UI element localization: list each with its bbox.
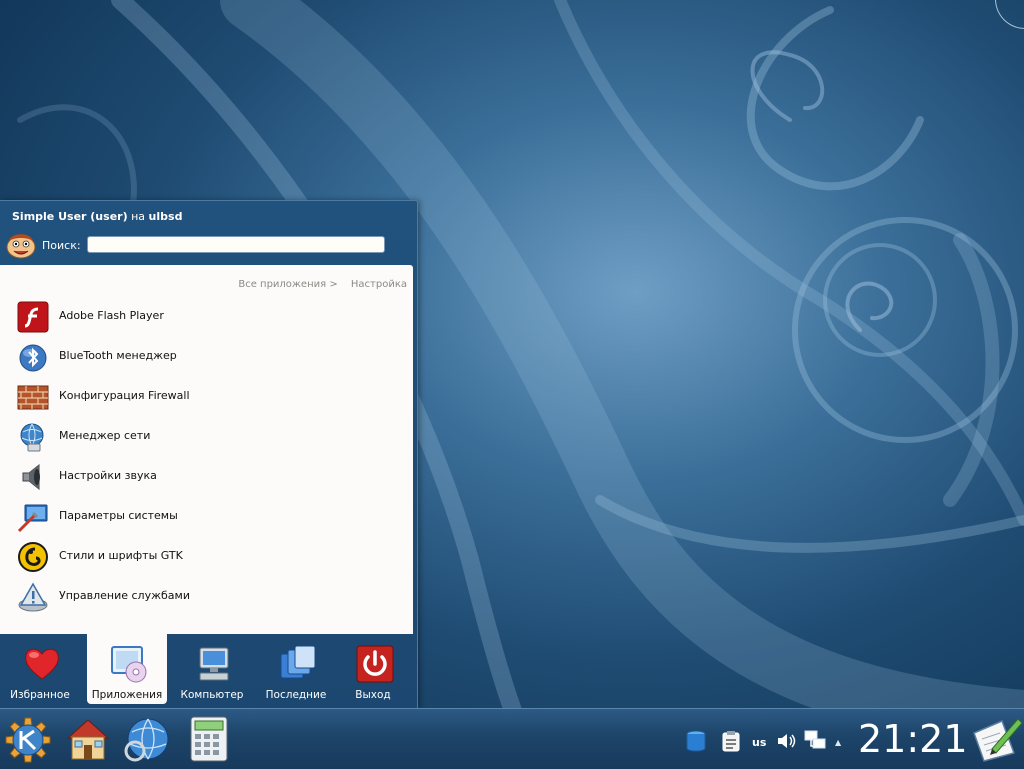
breadcrumb: Все приложения > Настройка — [238, 279, 407, 290]
services-icon — [18, 582, 48, 612]
app-label: Adobe Flash Player — [59, 309, 164, 322]
recent-icon — [280, 645, 316, 679]
app-label: BlueTooth менеджер — [59, 349, 177, 362]
power-icon — [356, 645, 394, 683]
tab-label: Приложения — [91, 689, 163, 701]
tray-expand-icon[interactable]: ▲ — [835, 738, 841, 747]
kickoff-menu: Simple User (user) на ulbsd Поиск: Все п… — [0, 200, 418, 709]
app-label: Параметры системы — [59, 509, 178, 522]
app-label: Управление службами — [59, 589, 190, 602]
search-label: Поиск: — [42, 239, 81, 252]
search-input[interactable] — [87, 236, 385, 253]
app-label: Настройки звука — [59, 469, 157, 482]
app-item-gtk-styles[interactable]: Стили и шрифты GTK — [0, 535, 413, 575]
app-label: Менеджер сети — [59, 429, 151, 442]
tab-computer[interactable]: Компьютер — [172, 634, 252, 704]
calculator-icon[interactable] — [183, 714, 235, 764]
tab-label: Избранное — [10, 689, 70, 701]
applications-panel: Все приложения > Настройка Adobe Flash P… — [0, 265, 413, 634]
bluetooth-icon — [19, 344, 47, 372]
system-settings-icon — [17, 504, 48, 533]
app-label: Конфигурация Firewall — [59, 389, 190, 402]
heart-icon — [25, 648, 59, 680]
taskbar: us ▲ 21:21 — [0, 708, 1024, 769]
app-item-firewall[interactable]: Конфигурация Firewall — [0, 375, 413, 415]
breadcrumb-settings[interactable]: Настройка — [351, 279, 407, 290]
applications-icon — [111, 646, 147, 683]
kde-menu-icon[interactable] — [2, 714, 54, 764]
app-item-sound-settings[interactable]: Настройки звука — [0, 455, 413, 495]
network-icon — [20, 423, 44, 452]
app-item-system-settings[interactable]: Параметры системы — [0, 495, 413, 535]
tab-favorites[interactable]: Избранное — [0, 634, 80, 704]
app-item-services[interactable]: Управление службами — [0, 575, 413, 615]
kickoff-tabs: Избранное Приложения Компьютер Последние… — [0, 634, 417, 709]
tab-applications[interactable]: Приложения — [87, 634, 167, 704]
speaker-icon — [22, 463, 40, 491]
tab-label: Выход — [355, 689, 391, 701]
app-label: Стили и шрифты GTK — [59, 549, 183, 562]
user-name: Simple User (user) — [12, 210, 128, 223]
tab-logout[interactable]: Выход — [333, 634, 413, 704]
user-avatar-icon — [6, 234, 36, 259]
user-line: Simple User (user) на ulbsd — [12, 210, 182, 223]
notes-icon[interactable] — [970, 713, 1024, 763]
clock[interactable]: 21:21 — [858, 717, 968, 761]
gtk-icon — [18, 542, 48, 572]
browser-icon[interactable] — [122, 714, 174, 764]
application-list: Adobe Flash Player BlueTooth менеджер Ко… — [0, 295, 413, 615]
storage-icon[interactable] — [684, 729, 708, 753]
keyboard-layout-indicator[interactable]: us — [752, 736, 766, 749]
host-name: ulbsd — [148, 210, 183, 223]
computer-icon — [199, 647, 229, 681]
tab-label: Компьютер — [180, 689, 244, 701]
flash-icon — [17, 301, 49, 333]
volume-icon[interactable] — [775, 729, 799, 753]
breadcrumb-all-applications[interactable]: Все приложения > — [238, 279, 337, 290]
tab-recent[interactable]: Последние — [256, 634, 336, 704]
app-item-flash-player[interactable]: Adobe Flash Player — [0, 295, 413, 335]
network-tray-icon[interactable] — [803, 729, 827, 753]
app-item-network-manager[interactable]: Менеджер сети — [0, 415, 413, 455]
tab-label: Последние — [265, 689, 327, 701]
clipboard-icon[interactable] — [719, 729, 743, 753]
app-item-bluetooth[interactable]: BlueTooth менеджер — [0, 335, 413, 375]
firewall-icon — [17, 385, 49, 410]
user-on-word: на — [131, 210, 146, 223]
home-icon[interactable] — [62, 714, 114, 764]
